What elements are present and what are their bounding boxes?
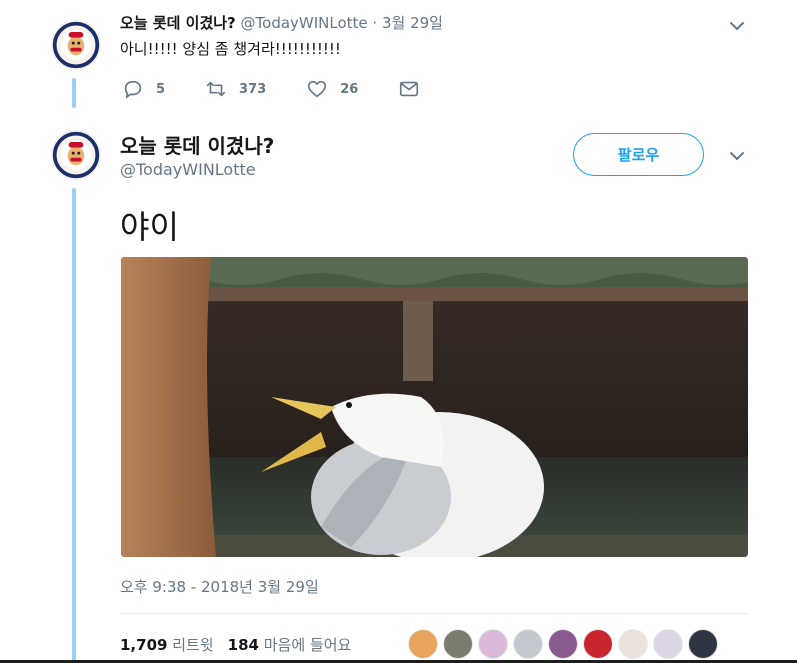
display-name[interactable]: 오늘 롯데 이겼나? [120,130,274,159]
like-count: 26 [340,81,359,97]
retweet-stat[interactable]: 1,709 리트윗 [120,634,214,655]
avatar[interactable] [49,128,103,182]
tweet-text: 야이 [120,208,179,246]
handle-and-date[interactable]: @TodayWINLotte · 3월 29일 [241,14,443,32]
chevron-down-icon[interactable] [728,17,746,35]
divider [120,613,748,614]
avatar[interactable] [688,629,718,659]
retweet-total: 1,709 [120,636,168,654]
retweet-stat-label: 리트윗 [172,636,214,654]
retweet-button[interactable]: 373 [205,78,266,100]
retweet-icon [206,81,226,97]
chevron-down-icon[interactable] [728,147,746,165]
avatar[interactable] [443,629,473,659]
reply-icon [124,80,142,99]
tweet-text: 아니!!!!! 양심 좀 챙겨라!!!!!!!!!!! [120,40,341,58]
avatar[interactable] [618,629,648,659]
retweet-count: 373 [239,81,267,97]
thread-connector-line [72,78,76,108]
heart-icon [308,80,327,98]
follow-button[interactable]: 팔로우 [573,133,704,176]
like-stat-label: 마음에 들어요 [263,636,352,654]
liker-avatars [408,629,723,659]
reply-button[interactable]: 5 [122,78,165,100]
direct-message-button[interactable] [398,78,432,100]
avatar[interactable] [478,629,508,659]
avatar[interactable] [513,629,543,659]
avatar[interactable] [653,629,683,659]
tweet-actions: 5 373 26 [122,78,432,100]
thread-connector-line [72,188,76,663]
avatar[interactable] [548,629,578,659]
like-button[interactable]: 26 [306,78,358,100]
reply-count: 5 [156,81,166,97]
tweet-header: 오늘 롯데 이겼나? @TodayWINLotte · 3월 29일 [120,12,443,33]
envelope-icon [400,81,419,97]
avatar[interactable] [408,629,438,659]
avatar[interactable] [583,629,613,659]
like-stat[interactable]: 184 마음에 들어요 [228,634,352,655]
tweet-timestamp[interactable]: 오후 9:38 - 2018년 3월 29일 [120,576,319,597]
like-total: 184 [227,636,259,654]
display-name[interactable]: 오늘 롯데 이겼나? [120,14,236,32]
tweet-stats: 1,709 리트윗 184 마음에 들어요 [120,634,365,655]
avatar[interactable] [49,18,103,72]
tweet-media-image[interactable] [121,257,748,557]
handle[interactable]: @TodayWINLotte [120,160,256,179]
